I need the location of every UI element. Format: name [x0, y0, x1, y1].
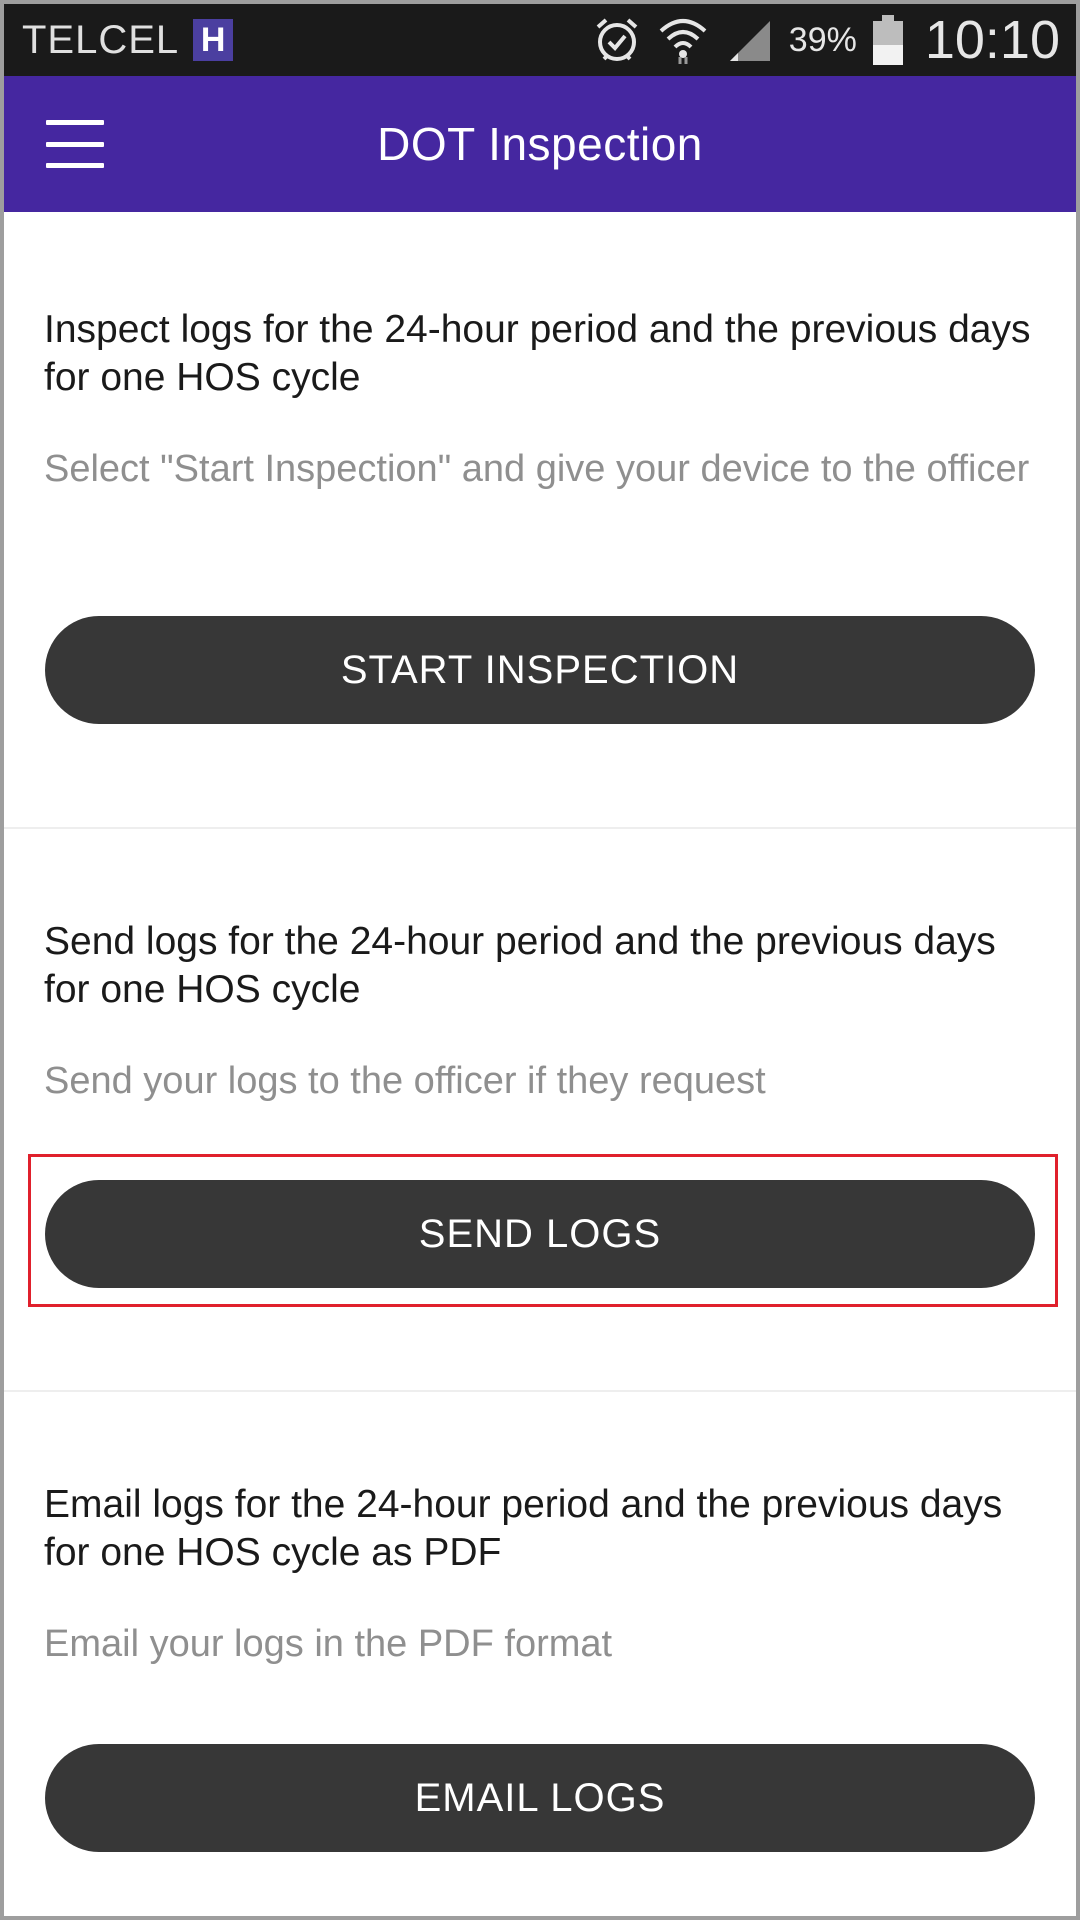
status-bar: TELCEL H 39% 10:10: [4, 4, 1076, 76]
app-bar: DOT Inspection: [4, 76, 1076, 212]
network-type-badge: H: [193, 19, 234, 61]
signal-icon: [723, 14, 775, 66]
inspect-subtext: Select "Start Inspection" and give your …: [44, 448, 1030, 490]
wifi-icon: [657, 14, 709, 66]
send-subtext: Send your logs to the officer if they re…: [44, 1060, 766, 1102]
carrier-name: TELCEL: [22, 17, 180, 62]
status-icons: 39% 10:10: [591, 9, 1060, 71]
send-logs-button[interactable]: SEND LOGS: [45, 1180, 1035, 1288]
divider: [4, 827, 1076, 829]
email-heading: Email logs for the 24-hour period and th…: [44, 1483, 1003, 1574]
alarm-icon: [591, 14, 643, 66]
start-inspection-button[interactable]: START INSPECTION: [45, 616, 1035, 724]
battery-percentage: 39%: [788, 20, 857, 59]
hamburger-menu-icon[interactable]: [46, 120, 104, 168]
screen: TELCEL H 39% 10:10 DOT Inspection Inspec…: [0, 0, 1080, 1920]
inspect-heading: Inspect logs for the 24-hour period and …: [44, 308, 1031, 399]
divider: [4, 1390, 1076, 1392]
page-title: DOT Inspection: [377, 118, 703, 170]
clock: 10:10: [924, 10, 1060, 70]
battery-icon: [871, 14, 905, 66]
email-logs-button[interactable]: EMAIL LOGS: [45, 1744, 1035, 1852]
send-heading: Send logs for the 24-hour period and the…: [44, 920, 996, 1011]
email-subtext: Email your logs in the PDF format: [44, 1623, 613, 1665]
